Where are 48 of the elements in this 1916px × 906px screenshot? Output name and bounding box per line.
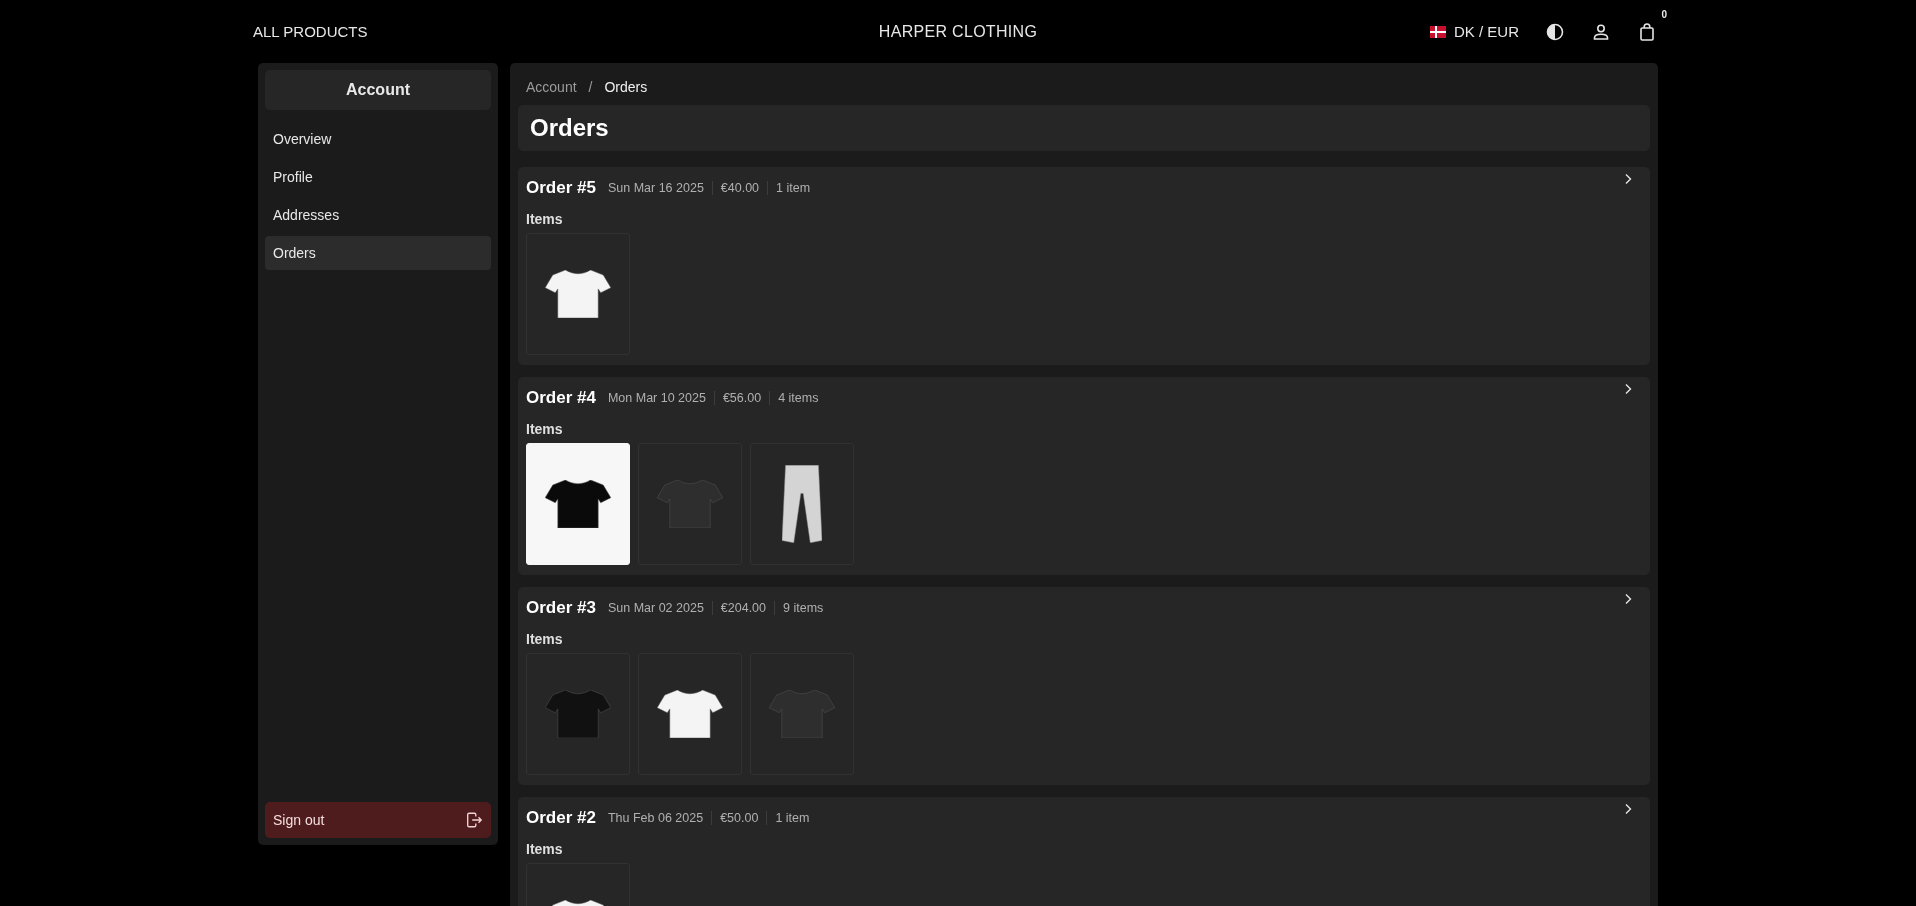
product-thumbnail[interactable] — [526, 233, 630, 355]
order-card[interactable]: Order #2 Thu Feb 06 2025 €50.00 1 item Items — [518, 797, 1650, 906]
order-title: Order #4 — [526, 388, 596, 408]
order-total: €56.00 — [713, 391, 770, 405]
sidebar-item[interactable]: Addresses — [265, 198, 491, 232]
order-item-count: 9 items — [774, 601, 832, 615]
product-thumbnail[interactable] — [526, 653, 630, 775]
sign-out-button[interactable]: Sign out — [265, 802, 491, 838]
items-label: Items — [526, 211, 564, 227]
sidebar-item[interactable]: Profile — [265, 160, 491, 194]
order-title: Order #5 — [526, 178, 596, 198]
breadcrumb-separator: / — [588, 79, 593, 95]
order-card[interactable]: Order #3 Sun Mar 02 2025 €204.00 9 items Items — [518, 587, 1650, 785]
locale-selector[interactable]: DK / EUR — [1430, 23, 1519, 40]
items-label: Items — [526, 421, 564, 437]
order-item-count: 1 item — [767, 181, 819, 195]
flag-icon — [1430, 25, 1446, 38]
theme-toggle-icon[interactable] — [1545, 21, 1565, 42]
all-products-link[interactable]: ALL PRODUCTS — [253, 23, 368, 40]
account-heading: Account — [265, 70, 491, 110]
items-label: Items — [526, 841, 564, 857]
order-title: Order #3 — [526, 598, 596, 618]
items-label: Items — [526, 631, 564, 647]
order-total: €50.00 — [711, 811, 767, 825]
order-date: Sun Mar 16 2025 — [607, 181, 705, 195]
sidebar-item[interactable]: Orders — [265, 236, 491, 270]
order-date: Mon Mar 10 2025 — [607, 391, 707, 405]
breadcrumb-link[interactable]: Orders — [604, 79, 648, 95]
order-date: Thu Feb 06 2025 — [607, 811, 705, 825]
cart-count: 0 — [1661, 8, 1667, 20]
order-item-count: 1 item — [766, 811, 818, 825]
order-card[interactable]: Order #5 Sun Mar 16 2025 €40.00 1 item Items — [518, 167, 1650, 365]
order-title: Order #2 — [526, 808, 596, 828]
order-card[interactable]: Order #4 Mon Mar 10 2025 €56.00 4 items Items — [518, 377, 1650, 575]
breadcrumb-link[interactable]: Account — [526, 79, 577, 95]
product-thumbnail[interactable] — [638, 653, 742, 775]
order-date: Sun Mar 02 2025 — [607, 601, 705, 615]
sign-out-icon — [465, 811, 483, 829]
sidebar-item[interactable]: Overview — [265, 122, 491, 156]
shopping-bag-icon[interactable] — [1637, 21, 1657, 42]
order-item-count: 4 items — [769, 391, 827, 405]
order-total: €204.00 — [711, 601, 775, 615]
product-thumbnail[interactable] — [638, 443, 742, 565]
store-brand[interactable]: HARPER CLOTHING — [878, 22, 1038, 41]
order-total: €40.00 — [711, 181, 768, 195]
page-title: Orders — [530, 114, 610, 142]
product-thumbnail[interactable] — [750, 653, 854, 775]
product-thumbnail[interactable] — [750, 443, 854, 565]
